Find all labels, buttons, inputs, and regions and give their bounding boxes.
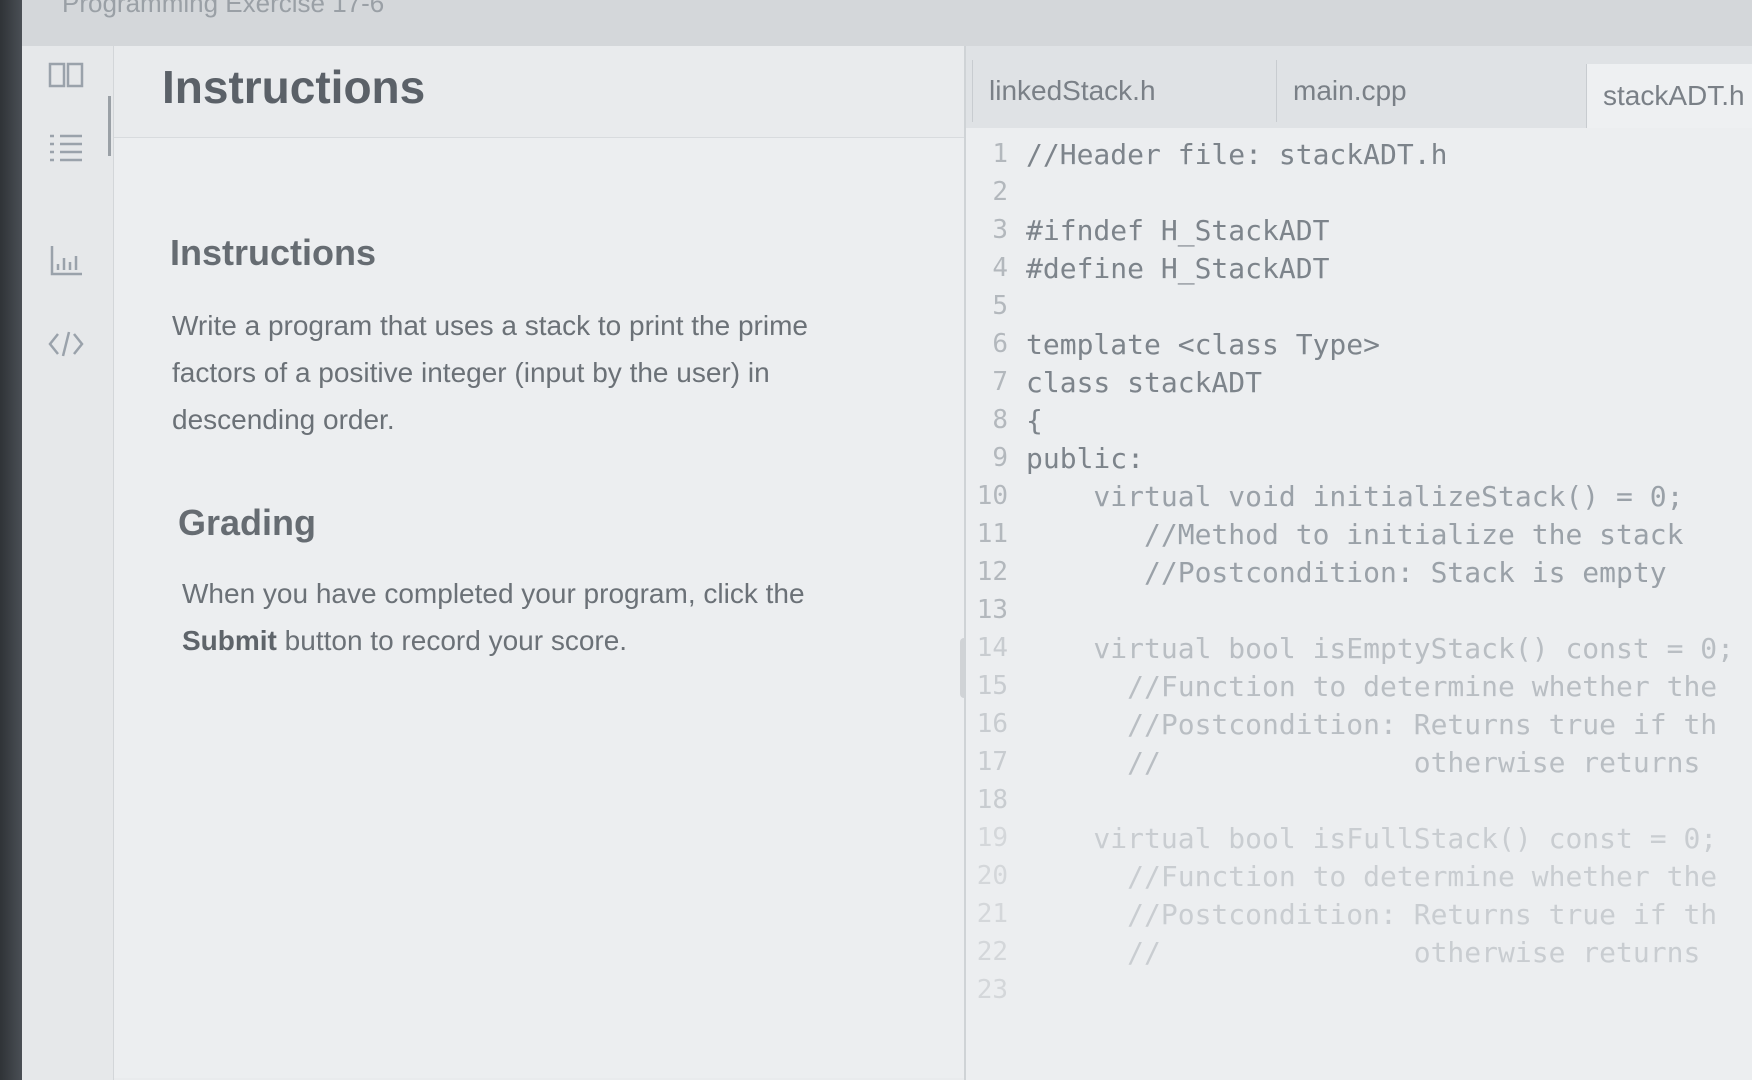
line-code: #define H_StackADT	[1026, 251, 1330, 285]
line-number: 18	[976, 785, 1008, 815]
line-code: //Postcondition: Returns true if th	[1026, 897, 1718, 931]
code-line[interactable]: 14 virtual bool isEmptyStack() const = 0…	[966, 628, 1752, 668]
code-line[interactable]: 2	[966, 172, 1752, 212]
line-code: //Method to initialize the stack	[1026, 517, 1684, 551]
submit-reference: Submit	[182, 625, 277, 656]
code-line[interactable]: 9 public:	[966, 438, 1752, 478]
exercise-title: Programming Exercise 17-6	[62, 0, 385, 18]
line-number: 16	[976, 709, 1008, 739]
line-code: //Postcondition: Returns true if th	[1026, 707, 1718, 741]
line-number: 17	[976, 747, 1008, 777]
grading-text-before: When you have completed your program, cl…	[182, 578, 805, 609]
line-number: 15	[976, 671, 1008, 701]
grading-title: Grading	[178, 502, 317, 543]
line-code: virtual void initializeStack() = 0;	[1026, 479, 1684, 513]
tab-label: main.cpp	[1293, 75, 1407, 106]
tab-linkedstack[interactable]: linkedStack.h	[972, 60, 1282, 122]
line-number: 20	[976, 861, 1008, 891]
line-code: virtual bool isFullStack() const = 0;	[1026, 821, 1718, 855]
line-code: //Postcondition: Stack is empty	[1026, 555, 1667, 589]
code-line[interactable]: 18	[966, 780, 1752, 820]
instructions-paragraph: Write a program that uses a stack to pri…	[172, 310, 808, 435]
line-code: //Function to determine whether the	[1026, 669, 1718, 703]
line-number: 19	[976, 823, 1008, 853]
line-number: 6	[992, 329, 1008, 359]
section-title: Instructions	[170, 232, 377, 273]
line-number: 23	[976, 975, 1008, 1005]
line-number: 12	[976, 557, 1008, 587]
top-strip: Programming Exercise 17-6	[22, 0, 1752, 46]
code-line[interactable]: 17 // otherwise returns	[966, 742, 1752, 782]
code-line[interactable]: 5	[966, 286, 1752, 326]
code-line[interactable]: 7 class stackADT	[966, 362, 1752, 402]
code-line[interactable]: 11 //Method to initialize the stack	[966, 514, 1752, 554]
screen: Programming Exercise 17-6 Instructions I…	[22, 0, 1752, 1080]
line-code: template <class Type>	[1026, 327, 1381, 361]
left-rail	[22, 46, 114, 1080]
grading-text-after: button to record your score.	[284, 625, 628, 656]
code-line[interactable]: 6 template <class Type>	[966, 324, 1752, 364]
line-code: //Function to determine whether the	[1026, 859, 1718, 893]
code-line[interactable]: 21 //Postcondition: Returns true if th	[966, 894, 1752, 934]
tab-label: stackADT.h	[1603, 80, 1745, 111]
line-code: // otherwise returns	[1026, 935, 1701, 969]
line-number: 1	[992, 139, 1008, 169]
line-code: public:	[1026, 441, 1145, 475]
code-icon[interactable]	[44, 322, 88, 366]
line-number: 9	[992, 443, 1008, 473]
chart-icon[interactable]	[44, 238, 88, 282]
code-line[interactable]: 4 #define H_StackADT	[966, 248, 1752, 288]
instructions-panel: Instructions Instructions Write a progra…	[114, 46, 964, 1080]
line-number: 22	[976, 937, 1008, 967]
code-line[interactable]: 10 virtual void initializeStack() = 0;	[966, 476, 1752, 516]
file-tabs: linkedStack.h main.cpp stackADT.h	[966, 46, 1752, 128]
line-number: 4	[992, 253, 1008, 283]
line-number: 14	[976, 633, 1008, 663]
line-number: 11	[976, 519, 1008, 549]
code-line[interactable]: 16 //Postcondition: Returns true if th	[966, 704, 1752, 744]
code-line[interactable]: 19 virtual bool isFullStack() const = 0;	[966, 818, 1752, 858]
tab-stackadt[interactable]: stackADT.h	[1586, 64, 1752, 128]
line-number: 2	[992, 177, 1008, 207]
tab-label: linkedStack.h	[989, 75, 1156, 106]
code-line[interactable]: 22 // otherwise returns	[966, 932, 1752, 972]
code-line[interactable]: 20 //Function to determine whether the	[966, 856, 1752, 896]
line-number: 21	[976, 899, 1008, 929]
code-line[interactable]: 15 //Function to determine whether the	[966, 666, 1752, 706]
list-icon[interactable]	[44, 126, 88, 170]
grading-paragraph: When you have completed your program, cl…	[182, 570, 882, 664]
line-code: class stackADT	[1026, 365, 1263, 399]
line-number: 7	[992, 367, 1008, 397]
code-line[interactable]: 12 //Postcondition: Stack is empty	[966, 552, 1752, 592]
book-icon[interactable]	[44, 52, 88, 96]
line-number: 3	[992, 215, 1008, 245]
rail-divider	[108, 96, 111, 156]
code-line[interactable]: 1 //Header file: stackADT.h	[966, 134, 1752, 174]
line-number: 10	[976, 481, 1008, 511]
tab-main[interactable]: main.cpp	[1276, 60, 1586, 122]
line-code: {	[1026, 403, 1043, 437]
line-code: #ifndef H_StackADT	[1026, 213, 1330, 247]
code-line[interactable]: 13	[966, 590, 1752, 630]
instructions-body: Instructions Write a program that uses a…	[114, 138, 964, 1078]
code-line[interactable]: 8{	[966, 400, 1752, 440]
instructions-header: Instructions	[114, 46, 964, 138]
code-area[interactable]: 1//Header file: stackADT.h 2 3 #ifndef H_St…	[966, 128, 1752, 1080]
line-code: // otherwise returns	[1026, 745, 1701, 779]
line-number: 5	[992, 291, 1008, 321]
line-code: virtual bool isEmptyStack() const = 0;	[1026, 631, 1735, 665]
code-editor: linkedStack.h main.cpp stackADT.h 1 //Hea…	[964, 46, 1752, 1080]
line-number: 8	[992, 405, 1008, 435]
code-line[interactable]: 23	[966, 970, 1752, 1010]
panel-title: Instructions	[162, 61, 426, 113]
code-line[interactable]: 3 #ifndef H_StackADT	[966, 210, 1752, 250]
line-number: 13	[976, 595, 1008, 625]
monitor-bezel	[0, 0, 22, 1080]
line-code: //Header file: stackADT.h	[1026, 137, 1448, 171]
